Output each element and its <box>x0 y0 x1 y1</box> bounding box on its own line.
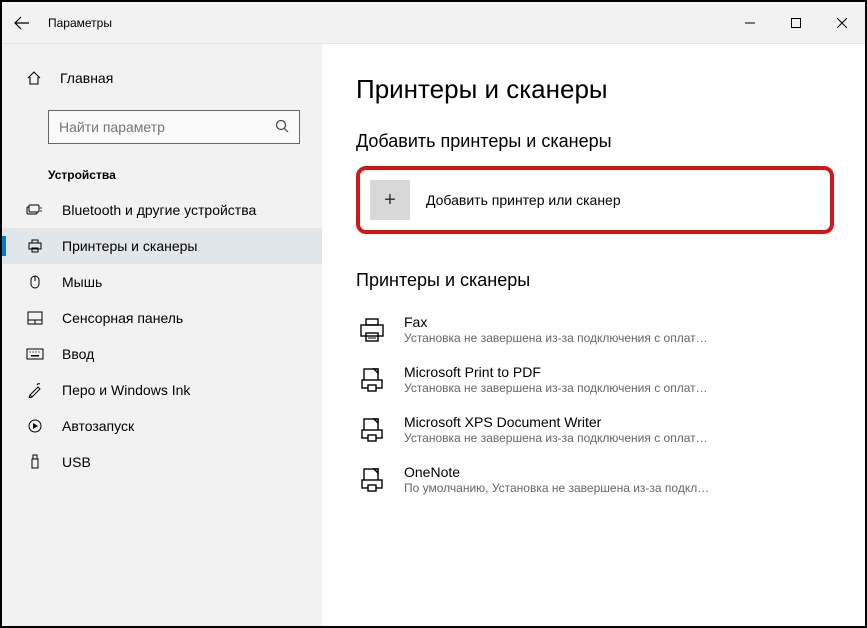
printer-name: Microsoft Print to PDF <box>404 364 831 380</box>
sidebar-item-label: Автозапуск <box>62 418 134 434</box>
close-icon <box>837 18 847 28</box>
maximize-button[interactable] <box>773 2 819 44</box>
virtual-printer-icon <box>356 364 388 396</box>
printer-name: Microsoft XPS Document Writer <box>404 414 831 430</box>
add-section-heading: Добавить принтеры и сканеры <box>356 131 831 152</box>
sidebar: Главная Устройства Bluetooth и другие ус… <box>2 44 322 626</box>
sidebar-item-typing[interactable]: Ввод <box>2 336 322 372</box>
window-title: Параметры <box>48 16 112 30</box>
sidebar-item-label: Ввод <box>62 346 94 362</box>
sidebar-nav: Bluetooth и другие устройства Принтеры и… <box>2 192 322 480</box>
sidebar-item-autoplay[interactable]: Автозапуск <box>2 408 322 444</box>
sidebar-item-printers[interactable]: Принтеры и сканеры <box>2 228 322 264</box>
list-heading: Принтеры и сканеры <box>356 270 831 291</box>
printer-status: Установка не завершена из-за подключения… <box>404 331 831 345</box>
home-link[interactable]: Главная <box>2 62 322 94</box>
pen-icon <box>24 382 46 398</box>
fax-icon <box>356 314 388 346</box>
window-controls <box>727 2 865 44</box>
printer-list: Fax Установка не завершена из-за подключ… <box>356 305 831 505</box>
home-label: Главная <box>60 70 113 86</box>
search-input[interactable] <box>59 119 275 135</box>
plus-icon: + <box>370 180 410 220</box>
sidebar-item-label: Принтеры и сканеры <box>62 238 197 254</box>
sidebar-item-label: Перо и Windows Ink <box>62 382 190 398</box>
printer-item-fax[interactable]: Fax Установка не завершена из-за подключ… <box>356 305 831 355</box>
home-icon <box>24 70 44 86</box>
sidebar-item-label: Мышь <box>62 274 102 290</box>
back-button[interactable] <box>2 2 42 44</box>
printer-status: Установка не завершена из-за подключения… <box>404 381 831 395</box>
minimize-icon <box>745 18 755 28</box>
sidebar-item-touchpad[interactable]: Сенсорная панель <box>2 300 322 336</box>
printer-name: Fax <box>404 314 831 330</box>
settings-window: Параметры Главная <box>0 0 867 628</box>
back-arrow-icon <box>14 15 30 31</box>
keyboard-icon <box>24 348 46 360</box>
sidebar-section-title: Устройства <box>2 154 322 192</box>
sidebar-item-label: Bluetooth и другие устройства <box>62 202 256 218</box>
add-printer-label: Добавить принтер или сканер <box>426 192 621 208</box>
printer-item-xps[interactable]: Microsoft XPS Document Writer Установка … <box>356 405 831 455</box>
main-content: Принтеры и сканеры Добавить принтеры и с… <box>322 44 865 626</box>
printer-name: OneNote <box>404 464 831 480</box>
sidebar-item-label: Сенсорная панель <box>62 310 183 326</box>
autoplay-icon <box>24 418 46 434</box>
printer-item-pdf[interactable]: Microsoft Print to PDF Установка не заве… <box>356 355 831 405</box>
sidebar-item-mouse[interactable]: Мышь <box>2 264 322 300</box>
title-bar: Параметры <box>2 2 865 44</box>
printer-item-onenote[interactable]: OneNote По умолчанию, Установка не завер… <box>356 455 831 505</box>
sidebar-item-pen[interactable]: Перо и Windows Ink <box>2 372 322 408</box>
touchpad-icon <box>24 311 46 325</box>
printer-status: Установка не завершена из-за подключения… <box>404 431 831 445</box>
search-input-container[interactable] <box>48 110 300 144</box>
add-printer-button[interactable]: + Добавить принтер или сканер <box>356 166 834 234</box>
mouse-icon <box>24 274 46 290</box>
printer-status: По умолчанию, Установка не завершена из-… <box>404 481 831 495</box>
virtual-printer-icon <box>356 414 388 446</box>
sidebar-item-label: USB <box>62 454 91 470</box>
close-button[interactable] <box>819 2 865 44</box>
sidebar-item-usb[interactable]: USB <box>2 444 322 480</box>
virtual-printer-icon <box>356 464 388 496</box>
maximize-icon <box>791 18 801 28</box>
bluetooth-icon <box>24 203 46 217</box>
usb-icon <box>24 454 46 470</box>
page-title: Принтеры и сканеры <box>356 74 831 105</box>
printer-icon <box>24 238 46 254</box>
search-icon <box>275 119 289 136</box>
sidebar-item-bluetooth[interactable]: Bluetooth и другие устройства <box>2 192 322 228</box>
minimize-button[interactable] <box>727 2 773 44</box>
